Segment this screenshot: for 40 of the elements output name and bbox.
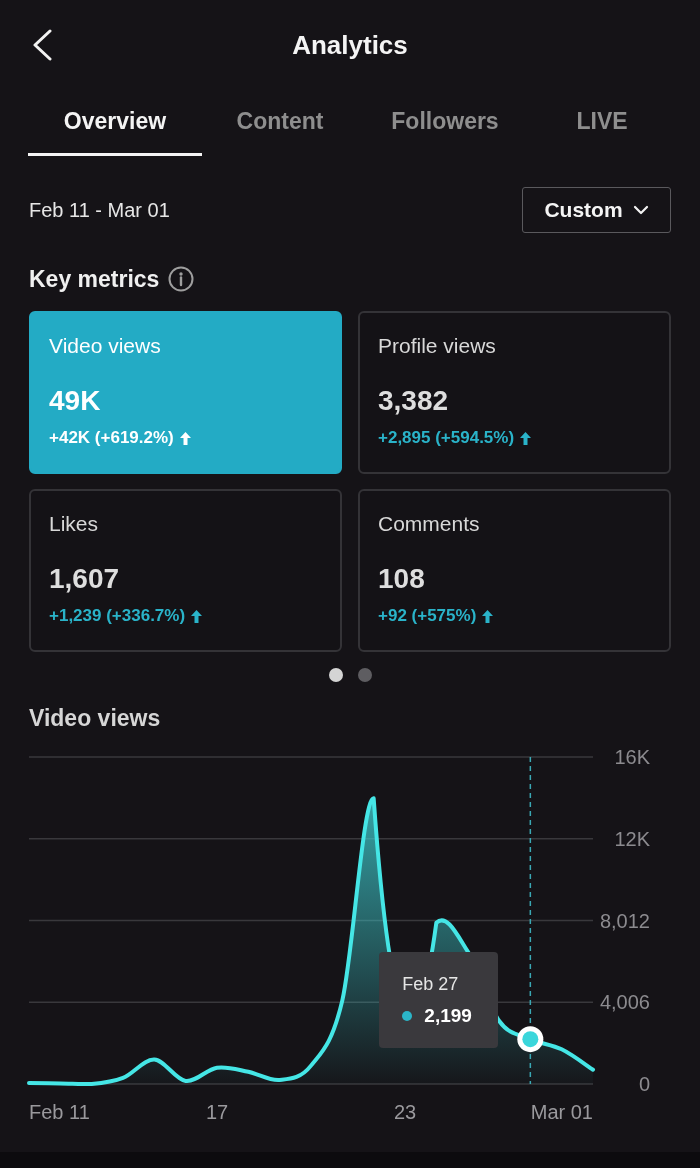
tab[interactable]: LIVE <box>532 90 672 156</box>
y-axis-label: 4,006 <box>599 991 650 1014</box>
x-axis-label: 17 <box>205 1101 229 1123</box>
metric-card[interactable]: Profile views 3,382 +2,895 (+594.5%) <box>358 311 671 474</box>
y-axis-label: 16K <box>614 746 650 768</box>
x-axis-label: 23 <box>393 1101 417 1123</box>
metric-change: +1,239 (+336.7%) <box>49 605 186 627</box>
metric-label: Profile views <box>378 333 496 359</box>
metric-value: 3,382 <box>378 384 449 418</box>
metric-label: Video views <box>49 333 161 359</box>
metric-label: Comments <box>378 511 480 537</box>
x-axis-label: Feb 11 <box>29 1101 90 1123</box>
tooltip-value: 2,199 <box>424 1004 472 1029</box>
info-icon[interactable] <box>168 266 195 292</box>
y-axis-label: 12K <box>614 827 650 850</box>
back-button[interactable] <box>31 29 53 61</box>
metric-value: 1,607 <box>49 562 120 596</box>
metric-card[interactable]: Likes 1,607 +1,239 (+336.7%) <box>29 489 342 652</box>
y-axis-label: 8,012 <box>599 909 650 932</box>
metric-value: 108 <box>378 562 425 596</box>
metric-label: Likes <box>49 511 99 537</box>
metric-change: +92 (+575%) <box>378 605 477 627</box>
page-title: Analytics <box>291 28 409 62</box>
range-dropdown[interactable]: Custom <box>522 187 671 233</box>
metric-change: +42K (+619.2%) <box>49 427 174 449</box>
metric-value: 49K <box>49 384 101 418</box>
metric-card[interactable]: Comments 108 +92 (+575%) <box>358 489 671 652</box>
metric-change: +2,895 (+594.5%) <box>378 427 515 449</box>
tab[interactable]: Followers <box>358 90 532 156</box>
chart-title: Video views <box>28 704 162 733</box>
tooltip-date: Feb 27 <box>402 973 460 997</box>
tab[interactable]: Overview <box>28 90 202 156</box>
section-title: Key metrics <box>29 265 160 294</box>
date-range-text: Feb 11 - Mar 01 <box>29 198 170 223</box>
x-axis-label: Mar 01 <box>530 1101 593 1123</box>
chevron-down-icon <box>632 205 649 215</box>
tab[interactable]: Content <box>202 90 358 156</box>
back-icon <box>31 29 53 61</box>
selected-point-marker <box>517 1026 544 1053</box>
y-axis-label: 0 <box>638 1073 650 1095</box>
